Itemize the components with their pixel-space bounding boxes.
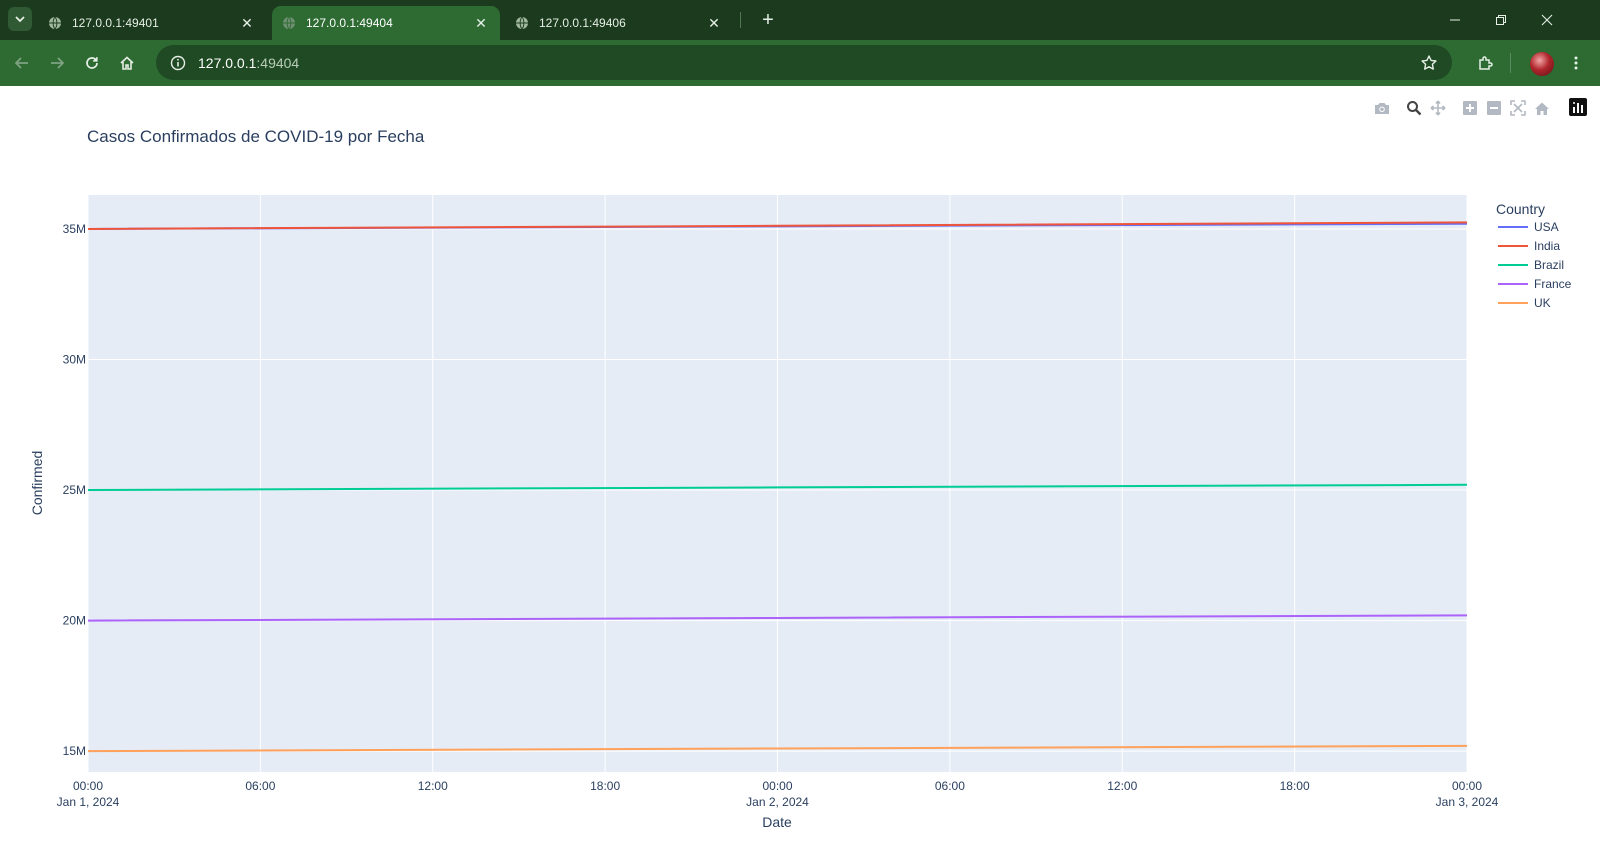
x-tick-label: 18:00 [590, 779, 620, 793]
tab-separator [740, 12, 741, 28]
reload-icon [86, 57, 98, 69]
legend: USA India Brazil France UK [1498, 220, 1572, 310]
tab-title: 127.0.0.1:49404 [306, 16, 393, 30]
site-info-icon[interactable] [168, 53, 188, 73]
extensions-button[interactable] [1472, 49, 1500, 77]
y-tick-label: 30M [63, 352, 86, 366]
browser-menu-button[interactable] [1562, 49, 1590, 77]
puzzle-icon [1479, 56, 1493, 70]
x-tick-date-label: Jan 1, 2024 [57, 795, 120, 809]
legend-label: UK [1534, 296, 1551, 310]
minimize-button[interactable] [1432, 0, 1478, 40]
x-tick-label: 12:00 [1107, 779, 1137, 793]
globe-icon [283, 16, 295, 30]
url-host: 127.0.0.1 [198, 54, 257, 71]
restore-button[interactable] [1478, 0, 1524, 40]
legend-title: Country [1496, 201, 1545, 217]
globe-icon [516, 16, 528, 30]
tab-2[interactable]: 127.0.0.1:49406 ✕ [505, 6, 733, 40]
chevron-down-icon [15, 16, 25, 23]
y-tick-label: 15M [63, 744, 86, 758]
minimize-icon [1450, 19, 1460, 21]
more-vertical-icon [1574, 56, 1578, 70]
arrow-right-icon [51, 57, 65, 69]
legend-label: Brazil [1534, 258, 1564, 272]
y-tick-label: 20M [63, 614, 86, 628]
x-tick-label: 00:00 [1452, 779, 1482, 793]
tab-title: 127.0.0.1:49406 [539, 16, 626, 30]
restore-icon [1496, 15, 1506, 25]
url-port: :49404 [256, 54, 300, 71]
y-tick-label: 25M [63, 483, 86, 497]
legend-label: USA [1534, 220, 1559, 234]
legend-item-brazil[interactable]: Brazil [1498, 258, 1564, 272]
close-tab-icon[interactable]: ✕ [238, 14, 256, 32]
close-window-button[interactable] [1524, 0, 1570, 40]
toolbar-divider [1510, 53, 1511, 73]
home-button[interactable] [113, 49, 141, 77]
profile-avatar[interactable] [1530, 52, 1554, 76]
reload-button[interactable] [78, 49, 106, 77]
x-axis-title: Date [762, 814, 792, 830]
x-tick-label: 12:00 [418, 779, 448, 793]
x-tick-label: 00:00 [762, 779, 792, 793]
x-tick-date-label: Jan 2, 2024 [746, 795, 809, 809]
x-tick-date-label: Jan 3, 2024 [1436, 795, 1499, 809]
x-tick-label: 18:00 [1280, 779, 1310, 793]
x-axis-ticks: 00:00 Jan 1, 2024 06:00 12:00 18:00 00:00 Jan … [57, 779, 1499, 809]
close-tab-icon[interactable]: ✕ [705, 14, 723, 32]
forward-button[interactable] [43, 49, 71, 77]
x-tick-label: 06:00 [245, 779, 275, 793]
bookmark-star-icon[interactable] [1418, 52, 1440, 74]
close-icon [1541, 14, 1553, 26]
legend-label: France [1534, 277, 1572, 291]
tab-title: 127.0.0.1:49401 [72, 16, 159, 30]
home-icon [120, 56, 134, 70]
back-button[interactable] [8, 49, 36, 77]
legend-item-uk[interactable]: UK [1498, 296, 1551, 310]
new-tab-button[interactable]: + [756, 8, 780, 32]
y-tick-label: 35M [63, 222, 86, 236]
globe-icon [49, 16, 61, 30]
arrow-left-icon [14, 57, 28, 69]
legend-item-usa[interactable]: USA [1498, 220, 1559, 234]
y-axis-ticks: 15M 20M 25M 30M 35M [63, 222, 86, 758]
tab-1[interactable]: 127.0.0.1:49404 ✕ [272, 6, 500, 40]
x-tick-label: 00:00 [73, 779, 103, 793]
legend-item-india[interactable]: India [1498, 239, 1560, 253]
y-axis-title: Confirmed [29, 451, 45, 516]
legend-label: India [1534, 239, 1560, 253]
tab-search-button[interactable] [8, 7, 32, 31]
tab-strip: 127.0.0.1:49401 ✕ 127.0.0.1:49404 ✕ 127.… [0, 0, 1600, 40]
line-chart: Casos Confirmados de COVID-19 por Fecha … [29, 127, 1572, 830]
x-tick-label: 06:00 [935, 779, 965, 793]
browser-toolbar: 127.0.0.1 :49404 [0, 40, 1600, 86]
tab-0[interactable]: 127.0.0.1:49401 ✕ [38, 6, 266, 40]
legend-item-france[interactable]: France [1498, 277, 1572, 291]
chart-title: Casos Confirmados de COVID-19 por Fecha [87, 127, 425, 146]
address-bar[interactable]: 127.0.0.1 :49404 [156, 45, 1452, 80]
close-tab-icon[interactable]: ✕ [472, 14, 490, 32]
